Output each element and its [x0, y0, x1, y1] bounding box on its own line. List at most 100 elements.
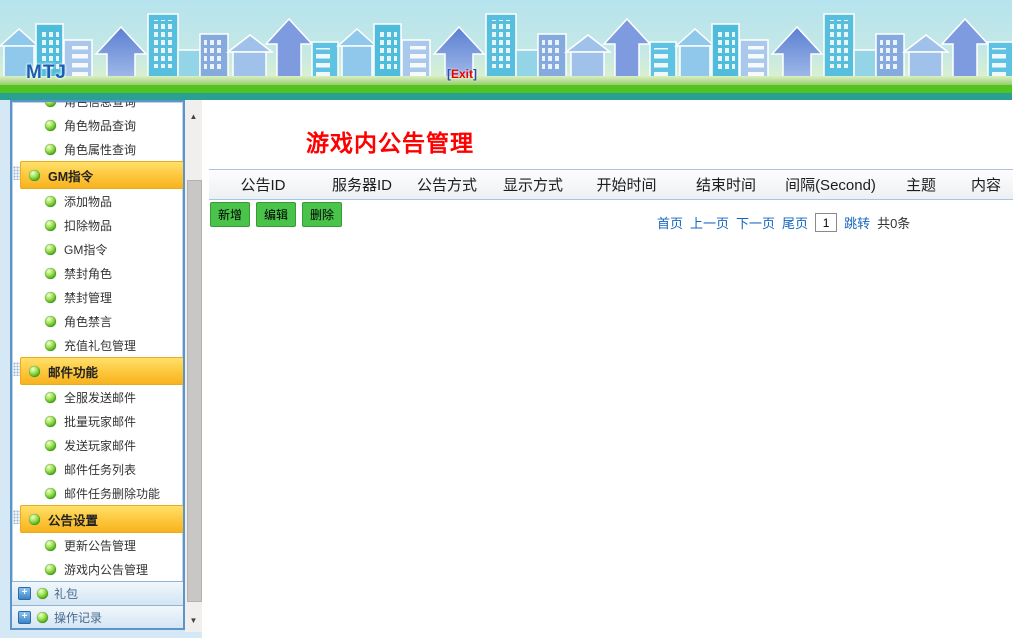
menu-orb-icon: [45, 340, 56, 351]
menu-orb-icon: [45, 440, 56, 451]
sidebar-menu-item[interactable]: 全服发送邮件: [12, 385, 183, 409]
sidebar-menu-item[interactable]: 角色禁言: [12, 309, 183, 333]
sidebar-menu-item[interactable]: 禁封角色: [12, 261, 183, 285]
logo-text: MTJ: [26, 62, 67, 84]
teal-divider: [0, 93, 1012, 100]
scroll-up-icon[interactable]: ▲: [185, 108, 202, 124]
exit-link[interactable]: [Exit]: [447, 67, 477, 81]
sidebar-item-label: 邮件任务删除功能: [64, 485, 160, 502]
menu-orb-icon: [45, 488, 56, 499]
edit-button[interactable]: 编辑: [256, 202, 296, 227]
sidebar-item-label: GM指令: [64, 241, 107, 258]
sidebar-item-label: 禁封角色: [64, 265, 112, 282]
jump-link[interactable]: 跳转: [844, 213, 870, 232]
sidebar-group-header[interactable]: 邮件功能: [20, 357, 183, 385]
sidebar-item-label: 禁封管理: [64, 289, 112, 306]
sidebar-collapsed-group[interactable]: 礼包: [12, 581, 183, 605]
table-header-cell: 主题: [883, 174, 959, 195]
expand-plus-icon[interactable]: [18, 611, 31, 624]
menu-orb-icon: [45, 564, 56, 575]
table-header-cell: 服务器ID: [317, 174, 407, 195]
sidebar-group-header[interactable]: 公告设置: [20, 505, 183, 533]
sidebar-item-label: 角色物品查询: [64, 117, 136, 134]
page-title: 游戏内公告管理: [306, 124, 474, 158]
sidebar-collapsed-group[interactable]: 操作记录: [12, 605, 183, 630]
sidebar-menu-item[interactable]: 发送玩家邮件: [12, 433, 183, 457]
menu-orb-icon: [29, 170, 40, 181]
menu-orb-icon: [45, 144, 56, 155]
sidebar-menu-item[interactable]: 批量玩家邮件: [12, 409, 183, 433]
table-header-cell: 显示方式: [487, 174, 579, 195]
main-content: 游戏内公告管理 公告ID 服务器ID 公告方式 显示方式 开始时间 结束时间 间…: [202, 100, 1022, 638]
toolbar: 新增 编辑 删除: [210, 202, 342, 227]
scroll-down-icon[interactable]: ▼: [185, 612, 202, 628]
sidebar-item-label: 全服发送邮件: [64, 389, 136, 406]
sidebar-menu-item[interactable]: 角色物品查询: [12, 113, 183, 137]
sidebar-group-label: 操作记录: [54, 609, 102, 626]
menu-orb-icon: [37, 612, 48, 623]
sidebar-menu-item[interactable]: 更新公告管理: [12, 533, 183, 557]
table-header-cell: 结束时间: [674, 174, 778, 195]
pagination: 首页 上一页 下一页 尾页 跳转 共0条: [657, 213, 910, 232]
sidebar-item-label: 角色禁言: [64, 313, 112, 330]
menu-orb-icon: [45, 244, 56, 255]
next-page-link[interactable]: 下一页: [736, 213, 775, 232]
sidebar-menu-item[interactable]: 扣除物品: [12, 213, 183, 237]
sidebar-group-label: 礼包: [54, 585, 78, 602]
sidebar-menu-item[interactable]: 角色信息查询: [12, 100, 183, 113]
table-header-cell: 开始时间: [579, 174, 674, 195]
menu-orb-icon: [45, 464, 56, 475]
sidebar-menu-item[interactable]: 添加物品: [12, 189, 183, 213]
menu-orb-icon: [45, 268, 56, 279]
sidebar-item-label: 扣除物品: [64, 217, 112, 234]
sidebar-menu-item[interactable]: GM指令: [12, 237, 183, 261]
menu-orb-icon: [37, 588, 48, 599]
table-header-cell: 公告ID: [209, 174, 317, 195]
table-header-cell: 间隔(Second): [778, 174, 883, 195]
menu-orb-icon: [45, 220, 56, 231]
menu-orb-icon: [45, 196, 56, 207]
scrollbar-thumb[interactable]: [187, 180, 202, 602]
city-skyline-icon: [0, 0, 1012, 93]
page-number-input[interactable]: [815, 213, 837, 232]
sidebar-group-label: 公告设置: [48, 510, 98, 529]
menu-orb-icon: [45, 416, 56, 427]
total-count-label: 共0条: [877, 213, 910, 232]
last-page-link[interactable]: 尾页: [782, 213, 808, 232]
menu-orb-icon: [45, 316, 56, 327]
sidebar-item-label: 角色属性查询: [64, 141, 136, 158]
expand-plus-icon[interactable]: [18, 587, 31, 600]
sidebar-menu-item[interactable]: 角色属性查询: [12, 137, 183, 161]
sidebar-item-label: 角色信息查询: [64, 100, 136, 110]
sidebar-item-label: 发送玩家邮件: [64, 437, 136, 454]
sidebar-scrollbar[interactable]: ▲ ▼: [185, 100, 202, 632]
sidebar-group-label: 邮件功能: [48, 362, 98, 381]
first-page-link[interactable]: 首页: [657, 213, 683, 232]
table-header-cell: 内容: [959, 174, 1013, 195]
sidebar-group-header[interactable]: GM指令: [20, 161, 183, 189]
prev-page-link[interactable]: 上一页: [690, 213, 729, 232]
menu-orb-icon: [45, 540, 56, 551]
sidebar-item-label: 邮件任务列表: [64, 461, 136, 478]
sidebar-item-label: 充值礼包管理: [64, 337, 136, 354]
sidebar-item-label: 批量玩家邮件: [64, 413, 136, 430]
sidebar-item-label: 更新公告管理: [64, 537, 136, 554]
sidebar-column: 角色信息查询 角色物品查询 角色属性查询 GM指令: [0, 100, 202, 638]
menu-orb-icon: [29, 366, 40, 377]
sidebar-menu-item[interactable]: 邮件任务删除功能: [12, 481, 183, 505]
sidebar-menu-item[interactable]: 禁封管理: [12, 285, 183, 309]
delete-button[interactable]: 删除: [302, 202, 342, 227]
sidebar-menu: 角色信息查询 角色物品查询 角色属性查询 GM指令: [10, 100, 185, 630]
menu-orb-icon: [45, 392, 56, 403]
sidebar-menu-item[interactable]: 游戏内公告管理: [12, 557, 183, 581]
menu-orb-icon: [45, 292, 56, 303]
sidebar-item-label: 添加物品: [64, 193, 112, 210]
menu-orb-icon: [29, 514, 40, 525]
sidebar-menu-item[interactable]: 充值礼包管理: [12, 333, 183, 357]
sidebar-menu-item[interactable]: 邮件任务列表: [12, 457, 183, 481]
menu-orb-icon: [45, 100, 56, 107]
menu-orb-icon: [45, 120, 56, 131]
left-gutter: [0, 100, 10, 638]
sidebar-item-label: 游戏内公告管理: [64, 561, 148, 578]
add-button[interactable]: 新增: [210, 202, 250, 227]
